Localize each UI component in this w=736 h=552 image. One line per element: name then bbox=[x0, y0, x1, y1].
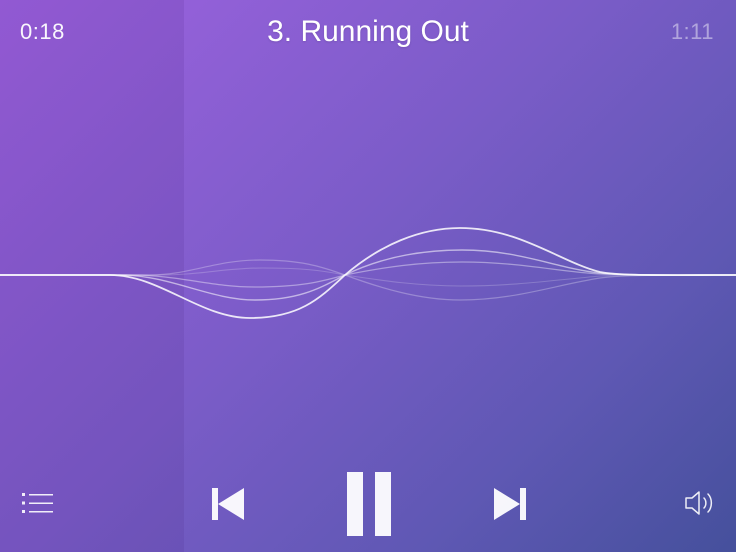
list-icon bbox=[22, 493, 53, 513]
skip-forward-icon bbox=[494, 488, 526, 520]
pause-icon bbox=[347, 472, 391, 536]
pause-button[interactable] bbox=[340, 468, 398, 540]
waveform-visualizer bbox=[0, 227, 736, 319]
track-title: 3. Running Out bbox=[267, 15, 469, 48]
playlist-button[interactable] bbox=[18, 488, 56, 518]
skip-back-icon bbox=[212, 488, 244, 520]
music-player: 0:18 3. Running Out 1:11 bbox=[0, 0, 736, 552]
total-time: 1:11 bbox=[670, 19, 714, 44]
waveform-line-main bbox=[0, 227, 736, 319]
previous-track-button[interactable] bbox=[206, 482, 250, 526]
next-track-button[interactable] bbox=[488, 482, 532, 526]
volume-button[interactable] bbox=[680, 486, 720, 520]
speaker-icon bbox=[685, 491, 713, 515]
